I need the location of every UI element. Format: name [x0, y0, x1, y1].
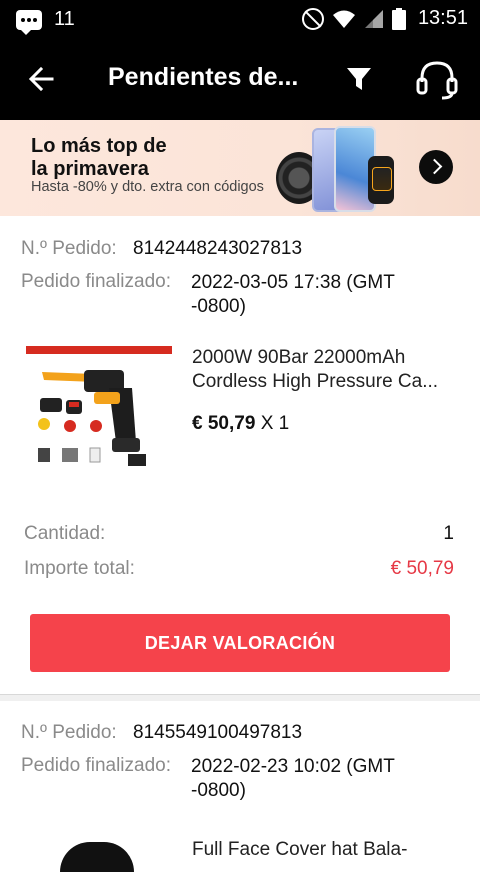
order-number: 8142448243027813	[133, 238, 303, 259]
headset-icon	[416, 61, 458, 100]
back-button[interactable]	[24, 61, 60, 97]
smartwatch-image	[368, 156, 394, 204]
order-number-label: N.º Pedido:	[21, 238, 117, 259]
do-not-disturb-icon	[301, 7, 324, 30]
total-value: € 50,79	[390, 558, 454, 579]
total-label: Importe total:	[24, 558, 135, 579]
signal-icon	[364, 9, 383, 28]
product-title[interactable]: 2000W 90Bar 22000mAh Cordless High Press…	[192, 346, 462, 394]
finalized-date: 2022-03-05 17:38 (GMT -0800)	[191, 272, 395, 317]
filter-icon	[347, 68, 371, 90]
clock: 13:51	[417, 7, 468, 29]
wifi-icon	[332, 10, 355, 28]
customer-support-button[interactable]	[414, 60, 460, 100]
product-price: € 50,79 X 1	[192, 413, 290, 434]
product-image[interactable]	[24, 344, 174, 494]
page-title: Pendientes de...	[108, 63, 299, 91]
order-number-label: N.º Pedido:	[21, 722, 117, 743]
product-image[interactable]	[60, 842, 134, 872]
order-card[interactable]: N.º Pedido: 8142448243027813 Pedido fina…	[0, 216, 480, 694]
finalized-label: Pedido finalizado:	[21, 755, 171, 776]
arrow-left-icon	[28, 66, 54, 92]
status-bar: 11 13:51	[0, 0, 480, 38]
quantity-label: Cantidad:	[24, 523, 106, 544]
quantity-value: 1	[443, 523, 454, 544]
product-title[interactable]: Full Face Cover hat Bala-	[192, 838, 462, 862]
battery-icon	[391, 7, 406, 30]
notification-count: 11	[54, 8, 75, 30]
filter-button[interactable]	[346, 66, 372, 92]
finalized-date: 2022-02-23 10:02 (GMT -0800)	[191, 756, 395, 801]
message-icon	[16, 9, 42, 35]
order-number: 8145549100497813	[133, 722, 303, 743]
banner-subtitle: Hasta -80% y dto. extra con códigos	[31, 179, 264, 195]
order-card[interactable]: N.º Pedido: 8145549100497813 Pedido fina…	[0, 700, 480, 872]
app-bar: Pendientes de...	[0, 38, 480, 120]
leave-review-button[interactable]: DEJAR VALORACIÓN	[30, 614, 450, 672]
finalized-label: Pedido finalizado:	[21, 271, 171, 292]
promo-banner[interactable]: Lo más top de la primavera Hasta -80% y …	[0, 120, 480, 216]
banner-next-button[interactable]	[419, 150, 453, 184]
banner-title: Lo más top de la primavera	[31, 135, 167, 180]
